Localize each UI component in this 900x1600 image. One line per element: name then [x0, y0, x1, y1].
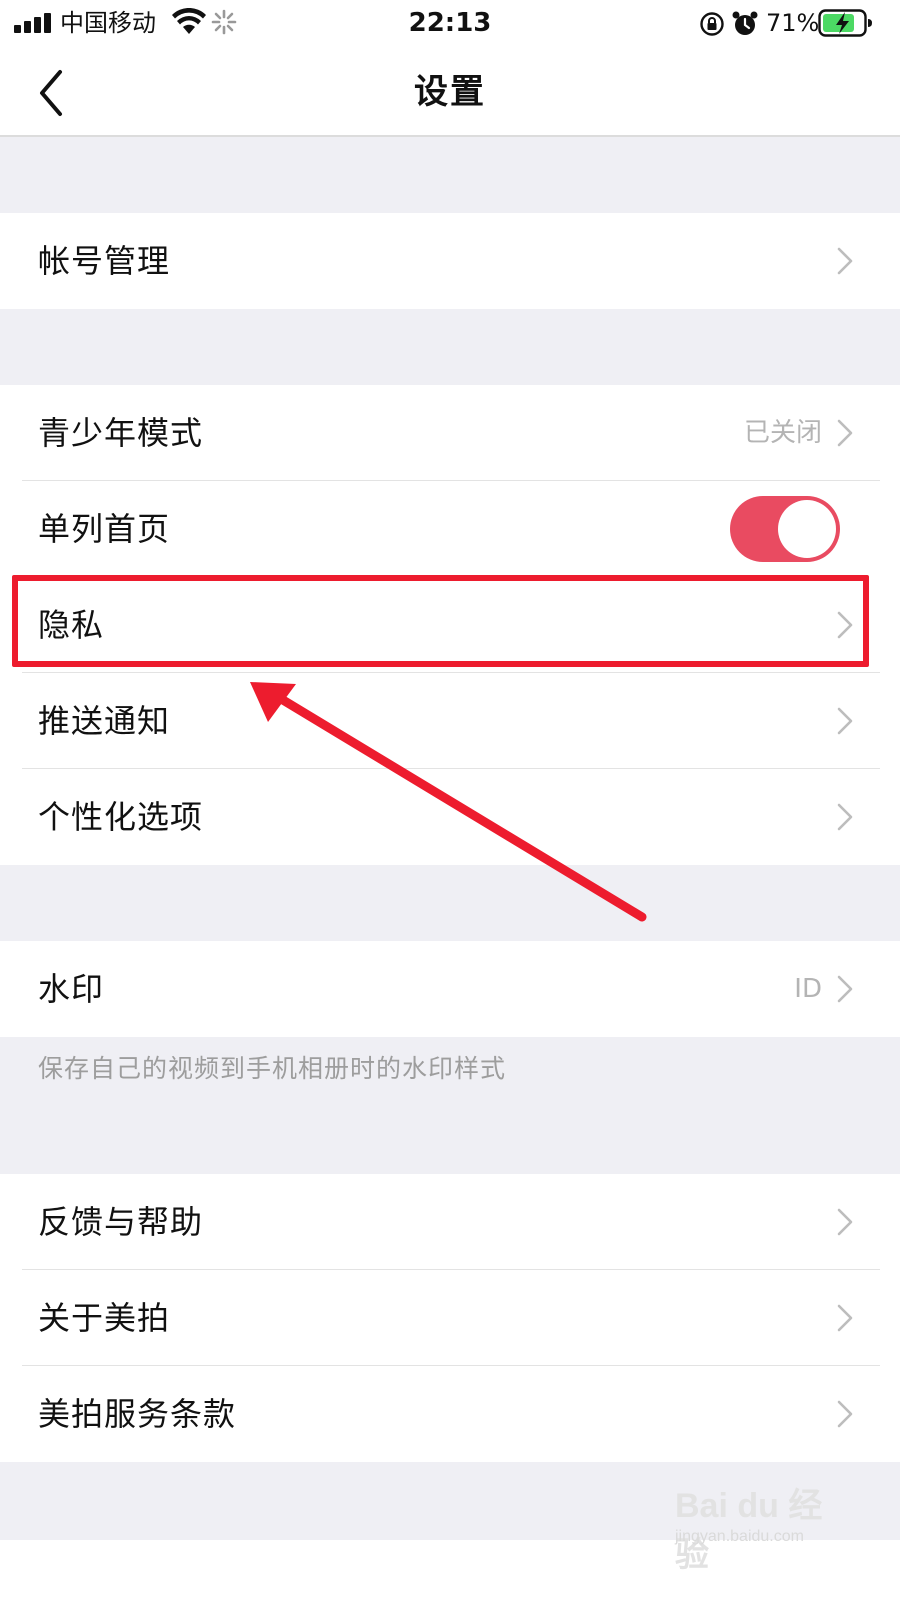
settings-item-watermark[interactable]: 水印 ID — [0, 941, 900, 1037]
status-bar: 中国移动 22:13 71% — [0, 0, 900, 50]
watermark-hint: 保存自己的视频到手机相册时的水印样式 — [38, 1054, 507, 1083]
chevron-right-icon — [837, 419, 853, 447]
settings-item-value: ID — [794, 974, 822, 1004]
watermark-logo-text: Bai du 经验 — [675, 1487, 823, 1574]
settings-item-value: 已关闭 — [743, 418, 822, 448]
settings-item-feedback[interactable]: 反馈与帮助 — [0, 1174, 900, 1270]
settings-item-about[interactable]: 关于美拍 — [0, 1270, 900, 1366]
settings-item-label: 水印 — [38, 970, 105, 1008]
settings-item-single-column: 单列首页 — [0, 481, 900, 577]
chevron-right-icon — [837, 1304, 853, 1332]
chevron-right-icon — [837, 1400, 853, 1428]
chevron-right-icon — [837, 707, 853, 735]
settings-item-terms[interactable]: 美拍服务条款 — [0, 1366, 900, 1462]
chevron-right-icon — [837, 803, 853, 831]
settings-item-account[interactable]: 帐号管理 — [0, 213, 900, 309]
baidu-jingyan-watermark: Bai du 经验 jingyan.baidu.com — [675, 1478, 855, 1574]
settings-item-label: 反馈与帮助 — [38, 1203, 204, 1241]
clock: 22:13 — [408, 8, 492, 38]
nav-bar: 设置 — [0, 50, 900, 137]
settings-group-about: 反馈与帮助 关于美拍 美拍服务条款 — [0, 1174, 900, 1462]
settings-item-label: 推送通知 — [38, 702, 171, 740]
battery-percent: 71% — [766, 9, 820, 37]
settings-item-push-notifications[interactable]: 推送通知 — [0, 673, 900, 769]
settings-screen: 中国移动 22:13 71% 设置 帐号管理 青少年模式 已关闭 单列首页 隐私… — [0, 0, 900, 1600]
settings-item-label: 个性化选项 — [38, 798, 204, 836]
settings-item-label: 美拍服务条款 — [38, 1395, 237, 1433]
chevron-right-icon — [837, 975, 853, 1003]
settings-item-personalization[interactable]: 个性化选项 — [0, 769, 900, 865]
chevron-right-icon — [837, 1208, 853, 1236]
battery-charging-icon — [818, 9, 872, 37]
alarm-icon — [732, 11, 758, 35]
settings-item-label: 帐号管理 — [38, 242, 171, 280]
watermark-logo-url: jingyan.baidu.com — [675, 1528, 804, 1545]
settings-item-label: 青少年模式 — [38, 414, 204, 452]
chevron-right-icon — [837, 247, 853, 275]
toggle-knob — [778, 500, 836, 558]
settings-item-label: 单列首页 — [38, 510, 171, 548]
privacy-highlight-box — [12, 575, 869, 667]
settings-item-youth-mode[interactable]: 青少年模式 已关闭 — [0, 385, 900, 481]
orientation-lock-icon — [700, 12, 724, 36]
page-title: 设置 — [414, 72, 486, 112]
single-column-toggle[interactable] — [730, 496, 840, 562]
settings-item-label: 关于美拍 — [38, 1299, 171, 1337]
